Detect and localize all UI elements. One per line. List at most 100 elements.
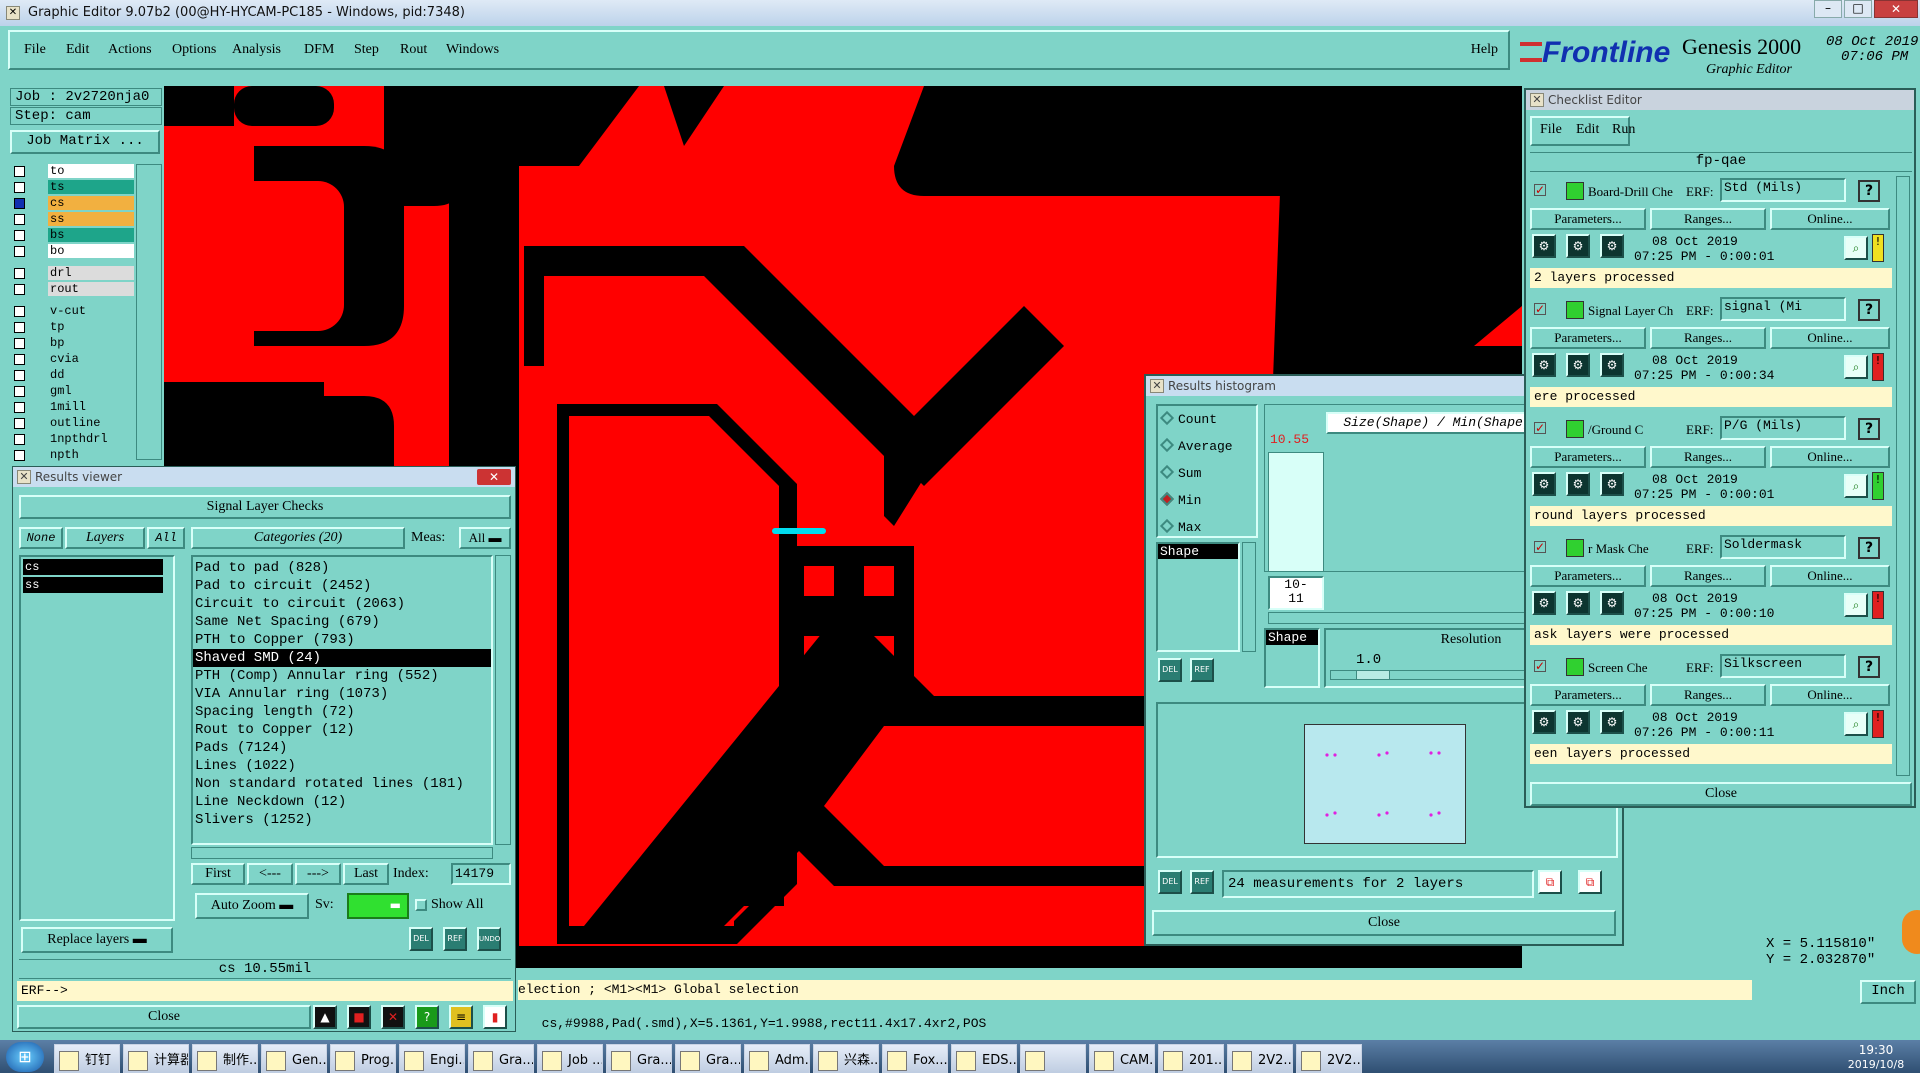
category-item[interactable]: Line Neckdown (12): [193, 793, 491, 811]
taskbar-item[interactable]: Prog...: [330, 1044, 396, 1073]
taskbar-item[interactable]: Job ...: [537, 1044, 603, 1073]
run-icon[interactable]: ⚙: [1600, 353, 1624, 377]
close-window-button[interactable]: ✕: [1874, 0, 1918, 18]
erf-value[interactable]: Soldermask: [1720, 535, 1846, 559]
online-button[interactable]: Online...: [1770, 446, 1890, 468]
layer-checkbox[interactable]: [14, 434, 25, 445]
run-icon[interactable]: ⚙: [1532, 234, 1556, 258]
category-hscrollbar[interactable]: [191, 847, 493, 859]
layer-checkbox[interactable]: [14, 338, 25, 349]
histogram-ref-icon[interactable]: REF: [1190, 658, 1214, 682]
layer-row-bp[interactable]: bp: [10, 336, 134, 351]
option-average[interactable]: Average: [1159, 437, 1254, 459]
help-menu[interactable]: Help: [1471, 42, 1498, 58]
parameters-button[interactable]: Parameters...: [1530, 565, 1646, 587]
check-name[interactable]: r Mask Che: [1588, 541, 1684, 557]
ranges-button[interactable]: Ranges...: [1650, 327, 1766, 349]
run-icon[interactable]: ⚙: [1532, 591, 1556, 615]
ref-icon[interactable]: REF: [443, 927, 467, 951]
menu-actions[interactable]: Actions: [108, 42, 152, 58]
zoom-icon[interactable]: ⌕: [1844, 593, 1868, 617]
taskbar-item[interactable]: CAM...: [1089, 1044, 1155, 1073]
resolution-slider-thumb[interactable]: [1356, 670, 1390, 680]
menu-edit[interactable]: Edit: [66, 42, 89, 58]
menu-step[interactable]: Step: [354, 42, 379, 58]
taskbar-item[interactable]: Gen...: [261, 1044, 327, 1073]
check-enable-box[interactable]: ✓: [1534, 184, 1546, 196]
layer-row-1mill[interactable]: 1mill: [10, 400, 134, 415]
run-icon[interactable]: ⚙: [1532, 710, 1556, 734]
layer-row-tp[interactable]: tp: [10, 320, 134, 335]
shape-list-item[interactable]: Shape: [1158, 544, 1238, 559]
run-icon[interactable]: ⚙: [1600, 591, 1624, 615]
check-enable-box[interactable]: ✓: [1534, 303, 1546, 315]
show-all-checkbox[interactable]: [415, 899, 427, 911]
layer-checkbox[interactable]: [14, 230, 25, 241]
category-list[interactable]: Pad to pad (828) Pad to circuit (2452) Cir…: [191, 555, 493, 845]
all-layers-button[interactable]: All: [147, 527, 185, 549]
layer-checkbox[interactable]: [14, 354, 25, 365]
check-enable-box[interactable]: ✓: [1534, 422, 1546, 434]
histogram-close-button[interactable]: Close: [1152, 910, 1616, 936]
shape-selector[interactable]: Shape: [1264, 628, 1320, 688]
run-icon[interactable]: ⚙: [1566, 472, 1590, 496]
category-item[interactable]: Pads (7124): [193, 739, 491, 757]
ranges-button[interactable]: Ranges...: [1650, 684, 1766, 706]
parameters-button[interactable]: Parameters...: [1530, 684, 1646, 706]
layer-checkbox[interactable]: [14, 386, 25, 397]
layer-checkbox[interactable]: [14, 284, 25, 295]
layer-row-to[interactable]: to: [10, 164, 134, 179]
erf-value[interactable]: P/G (Mils): [1720, 416, 1846, 440]
layer-row-ts[interactable]: ts: [10, 180, 134, 195]
layer-checkbox[interactable]: [14, 322, 25, 333]
replace-layers-dropdown[interactable]: Replace layers ▬: [21, 927, 173, 953]
ranges-button[interactable]: Ranges...: [1650, 208, 1766, 230]
layer-row-cvia[interactable]: cvia: [10, 352, 134, 367]
taskbar-item[interactable]: Gra...: [468, 1044, 534, 1073]
layer-row-gml[interactable]: gml: [10, 384, 134, 399]
check-name[interactable]: Board-Drill Che: [1588, 184, 1684, 200]
checklist-scrollbar[interactable]: [1896, 176, 1910, 776]
online-button[interactable]: Online...: [1770, 565, 1890, 587]
erf-value[interactable]: Silkscreen: [1720, 654, 1846, 678]
checklist-menu-file[interactable]: File: [1540, 122, 1562, 138]
help-icon[interactable]: ?: [1858, 418, 1880, 440]
checklist-menu-edit[interactable]: Edit: [1576, 122, 1599, 138]
layer-row-outline[interactable]: outline: [10, 416, 134, 431]
run-icon[interactable]: ⚙: [1600, 710, 1624, 734]
zoom-icon[interactable]: ⌕: [1844, 474, 1868, 498]
check-name[interactable]: Screen Che: [1588, 660, 1684, 676]
category-item[interactable]: Non standard rotated lines (181): [193, 775, 491, 793]
layer-list-scrollbar[interactable]: [136, 164, 162, 460]
checklist-menu-run[interactable]: Run: [1612, 122, 1635, 138]
taskbar-item[interactable]: 201...: [1158, 1044, 1224, 1073]
checklist-close-button[interactable]: Close: [1530, 782, 1912, 806]
taskbar-item[interactable]: 2V2...: [1227, 1044, 1293, 1073]
taskbar-item[interactable]: Engi...: [399, 1044, 465, 1073]
taskbar-item[interactable]: Fox...: [882, 1044, 948, 1073]
layers-button[interactable]: Layers: [65, 527, 145, 549]
layer-row-drl[interactable]: drl: [10, 266, 134, 281]
taskbar-item[interactable]: [1020, 1044, 1086, 1073]
run-icon[interactable]: ⚙: [1532, 472, 1556, 496]
run-icon[interactable]: ⚙: [1600, 234, 1624, 258]
layer-checkbox[interactable]: [14, 306, 25, 317]
results-layer-item[interactable]: cs: [23, 559, 163, 575]
taskbar-item[interactable]: 制作...: [192, 1044, 258, 1073]
erf-value[interactable]: signal (Mi: [1720, 297, 1846, 321]
results-viewer-close-icon[interactable]: ✕: [477, 469, 511, 485]
undo-icon[interactable]: UNDO: [477, 927, 501, 951]
zoom-fit-icon[interactable]: ⧉: [1578, 870, 1602, 894]
layer-row-cs[interactable]: cs: [10, 196, 134, 211]
option-min[interactable]: Min: [1159, 491, 1254, 513]
severity-dropdown[interactable]: ▬: [347, 893, 409, 919]
layer-checkbox[interactable]: [14, 418, 25, 429]
taskbar-item[interactable]: Adm...: [744, 1044, 810, 1073]
prev-button[interactable]: <---: [247, 863, 293, 885]
erf-field[interactable]: ERF-->: [17, 981, 513, 1001]
zoom-icon[interactable]: ⌕: [1844, 355, 1868, 379]
taskbar-item[interactable]: Gra...: [675, 1044, 741, 1073]
maximize-button[interactable]: □: [1844, 0, 1872, 18]
taskbar-item[interactable]: 钉钉: [54, 1044, 120, 1073]
run-icon[interactable]: ⚙: [1566, 234, 1590, 258]
